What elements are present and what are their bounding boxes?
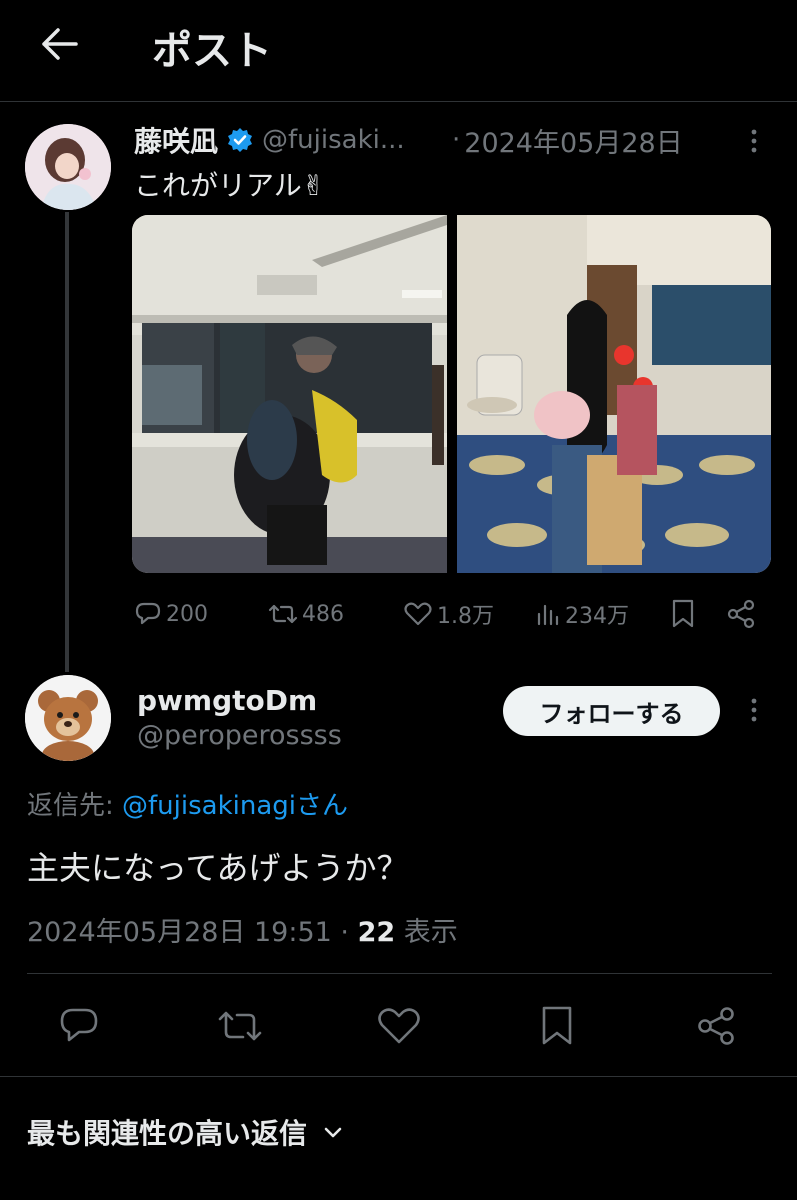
repost-icon xyxy=(268,604,298,624)
like-count-button[interactable]: 1.8万 xyxy=(403,596,494,632)
post-photo-2[interactable] xyxy=(457,215,771,573)
lobby-photo-image xyxy=(457,215,771,573)
reply-timestamp[interactable]: 2024年05月28日 19:51 xyxy=(27,917,332,948)
author-handle[interactable]: @fujisaki... xyxy=(262,125,405,155)
share-icon xyxy=(698,1007,734,1045)
post-date[interactable]: 2024年05月28日 xyxy=(464,121,682,160)
repost-icon xyxy=(218,1011,262,1041)
replying-to-prefix: 返信先: xyxy=(27,791,123,821)
post-text: これがリアル✌ xyxy=(134,169,326,202)
post-author-row: 藤咲凪 @fujisaki... xyxy=(134,120,405,160)
reply-more-button[interactable] xyxy=(744,694,764,726)
repost-count: 486 xyxy=(302,601,344,627)
avatar[interactable] xyxy=(25,124,111,210)
meta-dot: · xyxy=(340,917,350,948)
reply-icon xyxy=(60,1008,98,1042)
avatar-image xyxy=(25,124,111,210)
reply-text: 主夫になってあげようか？ xyxy=(27,849,409,887)
verified-badge-icon xyxy=(226,126,254,154)
sort-dropdown[interactable]: 最も関連性の高い返信 xyxy=(27,1110,345,1154)
repost-count-button[interactable]: 486 xyxy=(268,596,344,632)
post-photo-1[interactable] xyxy=(132,215,447,573)
date-separator: · xyxy=(452,125,461,155)
back-button[interactable] xyxy=(30,22,90,66)
follow-button-label: フォローする xyxy=(539,699,684,728)
share-button[interactable] xyxy=(726,598,756,630)
meta-divider xyxy=(27,973,772,974)
replying-to-handle[interactable]: @fujisakinagi xyxy=(122,791,296,821)
bookmark-icon xyxy=(672,599,694,628)
arrow-left-icon xyxy=(42,28,78,60)
repost-action-button[interactable] xyxy=(216,1004,264,1048)
post-date-row: · 2024年05月28日 xyxy=(452,120,683,160)
like-action-button[interactable] xyxy=(376,1004,422,1048)
reply-action-button[interactable] xyxy=(57,1004,101,1048)
bookmark-button[interactable] xyxy=(670,598,696,630)
reply-count-button[interactable]: 200 xyxy=(134,596,208,632)
replying-to: 返信先: @fujisakinagiさん xyxy=(27,785,348,822)
views-icon xyxy=(537,604,559,626)
heart-icon xyxy=(378,1008,420,1044)
bookmark-action-button[interactable] xyxy=(539,1004,575,1048)
chevron-down-icon xyxy=(324,1127,342,1138)
heart-icon xyxy=(404,602,432,626)
like-count: 1.8万 xyxy=(437,604,494,629)
reply-avatar[interactable] xyxy=(25,675,111,761)
post-more-button[interactable] xyxy=(744,125,764,157)
replying-to-suffix: さん xyxy=(296,791,349,821)
more-vertical-icon xyxy=(751,129,757,153)
reply-view-count: 22 xyxy=(357,917,396,948)
share-action-button[interactable] xyxy=(694,1004,738,1048)
reply-view-label: 表示 xyxy=(403,917,458,948)
airport-photo-image xyxy=(132,215,447,573)
thread-line xyxy=(65,212,69,672)
header-divider xyxy=(0,101,797,102)
reply-count: 200 xyxy=(166,601,208,627)
page-title: ポスト xyxy=(152,28,272,74)
reply-meta: 2024年05月28日 19:51 · 22 表示 xyxy=(27,910,458,949)
share-icon xyxy=(727,599,755,629)
reply-icon xyxy=(135,602,161,625)
view-count: 234万 xyxy=(565,604,629,629)
sort-label: 最も関連性の高い返信 xyxy=(27,1117,308,1150)
actions-divider xyxy=(0,1076,797,1077)
reply-author-name[interactable]: pwmgtoDm xyxy=(137,684,317,717)
author-name[interactable]: 藤咲凪 xyxy=(134,120,218,160)
more-vertical-icon xyxy=(751,698,757,722)
bear-avatar-image xyxy=(25,675,111,761)
view-count-button[interactable]: 234万 xyxy=(535,596,629,632)
reply-author-handle[interactable]: @peroperossss xyxy=(137,720,342,751)
bookmark-icon xyxy=(542,1006,572,1045)
follow-button[interactable]: フォローする xyxy=(503,686,720,736)
